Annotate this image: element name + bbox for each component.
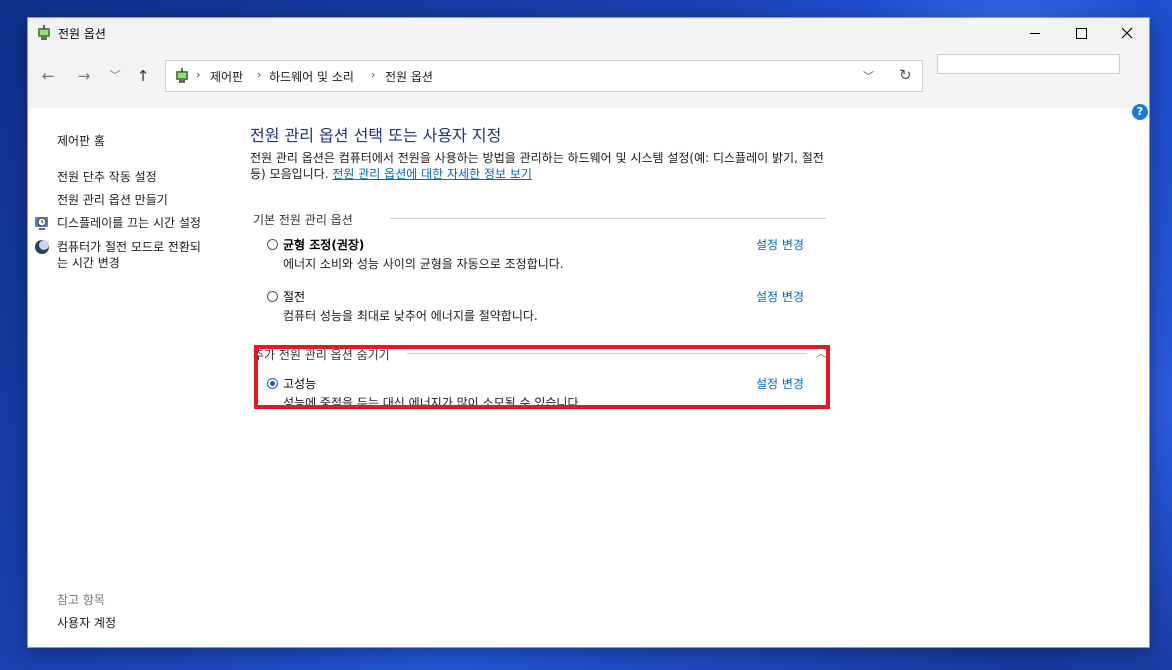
balanced-plan-radio[interactable] <box>267 239 278 250</box>
breadcrumb-separator-icon[interactable]: › <box>371 68 375 81</box>
recent-locations-chevron-icon[interactable]: ﹀ <box>106 67 124 85</box>
balanced-change-settings-link[interactable]: 설정 변경 <box>756 236 804 253</box>
maximize-icon <box>1075 27 1087 39</box>
power-plan-info-link[interactable]: 전원 관리 옵션에 대한 자세한 정보 보기 <box>332 167 532 181</box>
maximize-button[interactable] <box>1058 18 1104 48</box>
breadcrumb-control-panel[interactable]: 제어판 <box>210 68 243 85</box>
up-arrow-icon[interactable]: ↑ <box>134 67 152 85</box>
power-options-icon <box>176 68 188 83</box>
sidebar-item-display-off[interactable]: 디스플레이를 끄는 시간 설정 <box>57 215 201 231</box>
breadcrumb-hardware-sound[interactable]: 하드웨어 및 소리 <box>269 68 354 85</box>
back-arrow-icon[interactable]: ← <box>39 67 57 85</box>
title-bar[interactable]: 전원 옵션 <box>28 18 1149 48</box>
sidebar-item-create-plan[interactable]: 전원 관리 옵션 만들기 <box>57 192 168 208</box>
breadcrumb-separator-icon[interactable]: › <box>196 68 200 81</box>
sidebar-item-sleep-time[interactable]: 컴퓨터가 절전 모드로 전환되 <box>57 239 201 255</box>
window-title: 전원 옵션 <box>58 27 106 41</box>
balanced-plan-name[interactable]: 균형 조정(권장) <box>283 236 364 253</box>
help-icon[interactable]: ? <box>1132 104 1148 120</box>
sidebar-item-user-accounts[interactable]: 사용자 계정 <box>57 614 116 631</box>
address-bar[interactable]: › 제어판 › 하드웨어 및 소리 › 전원 옵션 ﹀ ↻ <box>165 60 923 92</box>
power-saver-plan-description: 컴퓨터 성능을 최대로 낮추어 에너지를 절약합니다. <box>283 309 538 323</box>
intro-text: 전원 관리 옵션은 컴퓨터에서 전원을 사용하는 방법을 관리하는 하드웨어 및… <box>250 150 830 182</box>
minimize-icon <box>1030 32 1040 34</box>
sidebar-item-control-panel-home[interactable]: 제어판 홈 <box>57 133 105 149</box>
balanced-plan-description: 에너지 소비와 성능 사이의 균형을 자동으로 조정합니다. <box>283 257 564 271</box>
divider <box>390 218 826 219</box>
search-input[interactable] <box>937 54 1120 74</box>
power-saver-change-settings-link[interactable]: 설정 변경 <box>756 288 804 305</box>
breadcrumb-separator-icon[interactable]: › <box>257 68 261 81</box>
sidebar: 제어판 홈 전원 단추 작동 설정 전원 관리 옵션 만들기 디스플레이를 끄는… <box>28 108 238 649</box>
sleep-moon-icon <box>35 240 49 254</box>
power-saver-plan-name[interactable]: 절전 <box>283 288 305 305</box>
display-clock-icon <box>35 217 48 230</box>
highlight-annotation-box <box>254 345 830 409</box>
close-icon <box>1121 27 1133 39</box>
address-dropdown-chevron-icon[interactable]: ﹀ <box>863 68 874 84</box>
forward-arrow-icon[interactable]: → <box>75 67 93 85</box>
breadcrumb-power-options[interactable]: 전원 옵션 <box>385 68 433 85</box>
navigation-bar: ← → ﹀ ↑ › 제어판 › 하드웨어 및 소리 › 전원 옵션 ﹀ ↻ <box>28 48 1149 108</box>
close-button[interactable] <box>1104 18 1150 48</box>
power-saver-plan-radio[interactable] <box>267 291 278 302</box>
power-options-window: 전원 옵션 ← → ﹀ ↑ › 제어판 › 하드웨어 및 소리 › 전원 옵션 <box>27 17 1150 648</box>
see-also-heading: 참고 항목 <box>57 593 105 607</box>
preferred-plans-heading: 기본 전원 관리 옵션 <box>253 213 353 227</box>
sidebar-item-sleep-time-cont[interactable]: 는 시간 변경 <box>57 255 120 271</box>
page-title: 전원 관리 옵션 선택 또는 사용자 지정 <box>250 126 502 145</box>
minimize-button[interactable] <box>1012 18 1058 48</box>
sidebar-item-power-buttons[interactable]: 전원 단추 작동 설정 <box>57 169 157 185</box>
refresh-icon[interactable]: ↻ <box>899 66 912 84</box>
power-options-icon <box>38 25 50 40</box>
